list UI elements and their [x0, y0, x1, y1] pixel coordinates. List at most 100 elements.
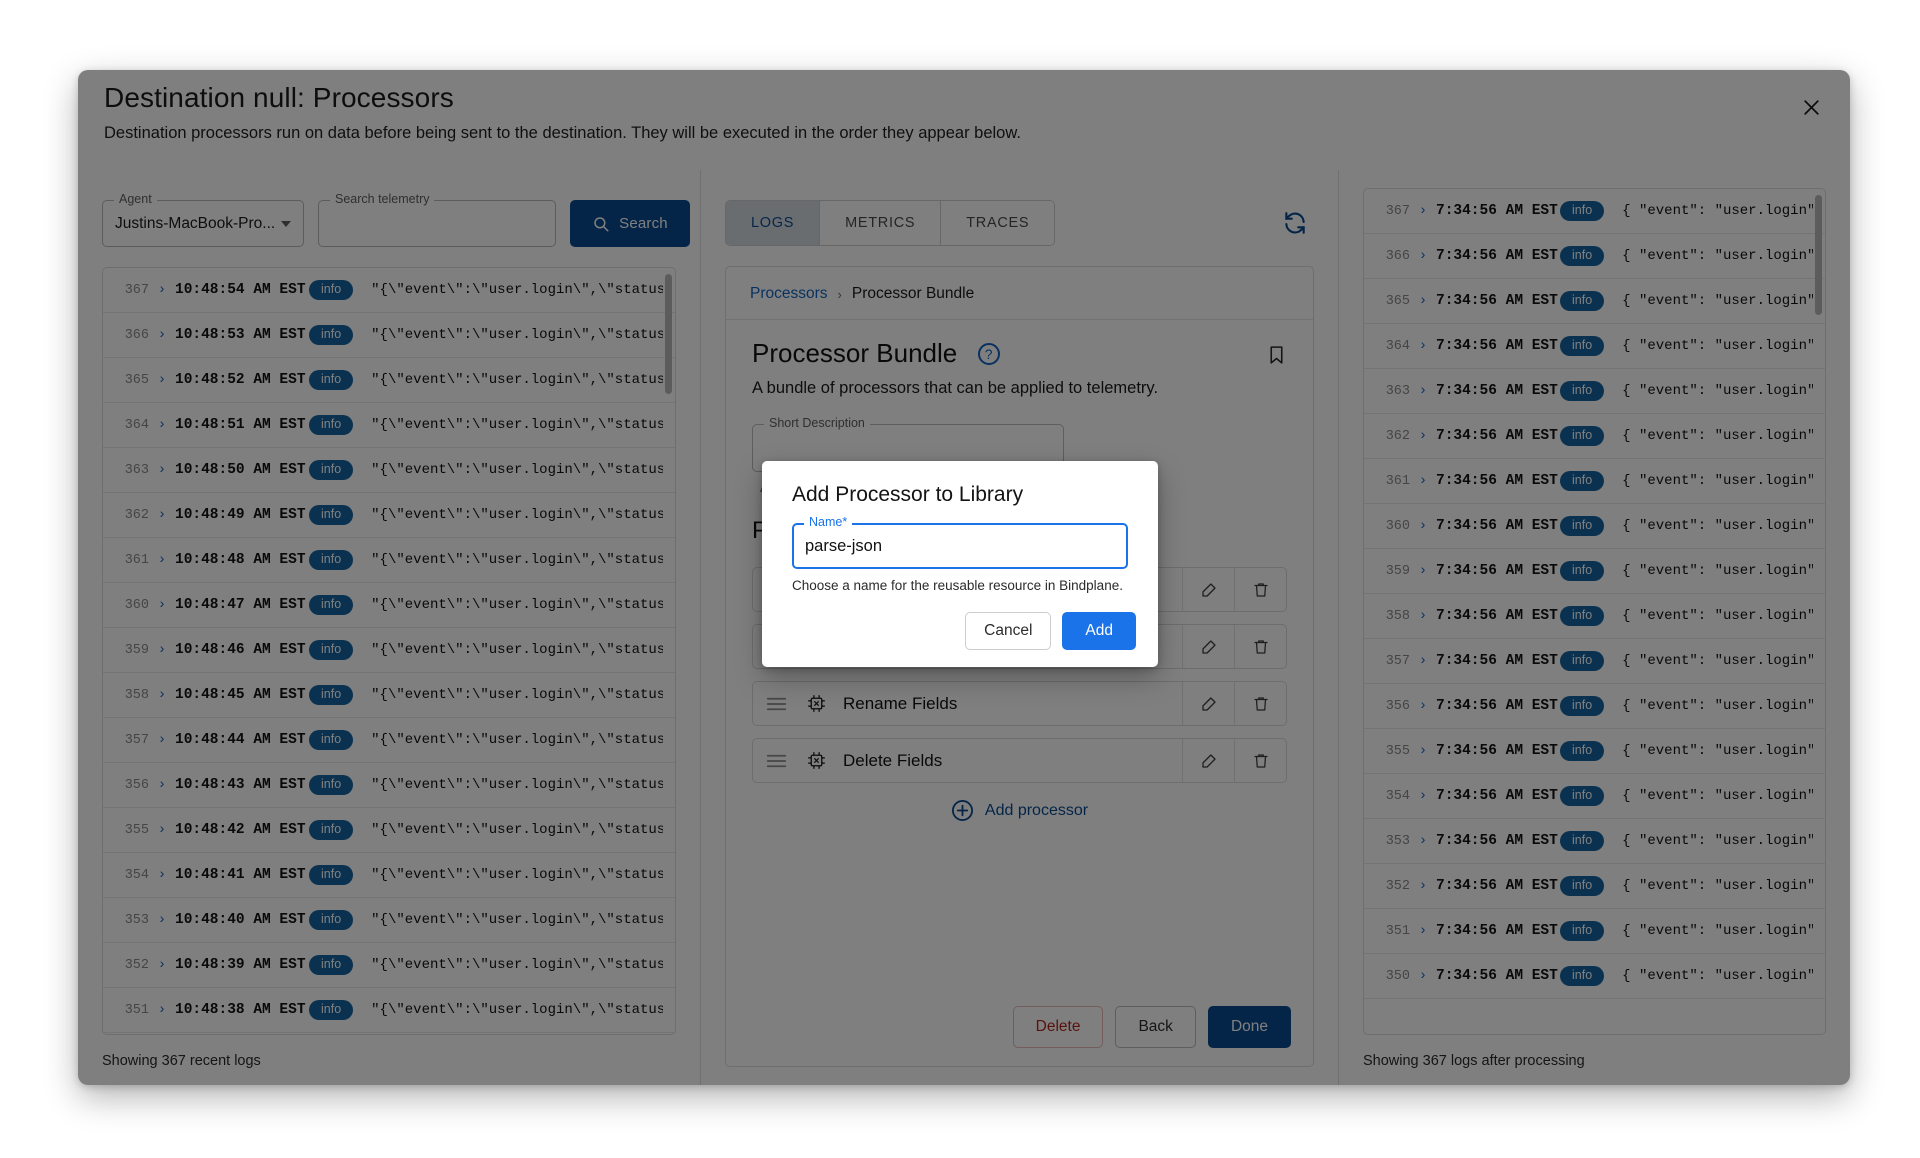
log-row[interactable]: 357›7:34:56 AM ESTinfo{ "event": "user.l…: [1364, 639, 1825, 684]
chevron-right-icon[interactable]: ›: [149, 867, 175, 883]
chevron-right-icon[interactable]: ›: [149, 372, 175, 388]
processor-row[interactable]: Delete Fields: [752, 738, 1287, 783]
log-row[interactable]: 358›7:34:56 AM ESTinfo{ "event": "user.l…: [1364, 594, 1825, 639]
chevron-right-icon[interactable]: ›: [1410, 383, 1436, 399]
log-row[interactable]: 359›10:48:46 AM ESTinfo"{\"event\":\"use…: [103, 628, 675, 673]
help-icon[interactable]: ?: [978, 343, 1000, 365]
chevron-right-icon[interactable]: ›: [149, 1002, 175, 1018]
chevron-right-icon[interactable]: ›: [1410, 698, 1436, 714]
log-row[interactable]: 367›10:48:54 AM ESTinfo"{\"event\":\"use…: [103, 268, 675, 313]
log-row[interactable]: 355›7:34:56 AM ESTinfo{ "event": "user.l…: [1364, 729, 1825, 774]
log-row[interactable]: 353›7:34:56 AM ESTinfo{ "event": "user.l…: [1364, 819, 1825, 864]
processor-row[interactable]: Rename Fields: [752, 681, 1287, 726]
chevron-right-icon[interactable]: ›: [1410, 473, 1436, 489]
trash-icon[interactable]: [1234, 739, 1286, 782]
edit-icon[interactable]: [1182, 625, 1234, 668]
log-row[interactable]: 350›7:34:56 AM ESTinfo{ "event": "user.l…: [1364, 954, 1825, 999]
log-row[interactable]: 360›10:48:47 AM ESTinfo"{\"event\":\"use…: [103, 583, 675, 628]
add-button[interactable]: Add: [1062, 612, 1136, 650]
chevron-right-icon[interactable]: ›: [149, 327, 175, 343]
log-row[interactable]: 353›10:48:40 AM ESTinfo"{\"event\":\"use…: [103, 898, 675, 943]
chevron-right-icon[interactable]: ›: [149, 597, 175, 613]
chevron-right-icon[interactable]: ›: [1410, 968, 1436, 984]
log-row[interactable]: 357›10:48:44 AM ESTinfo"{\"event\":\"use…: [103, 718, 675, 763]
log-row[interactable]: 365›10:48:52 AM ESTinfo"{\"event\":\"use…: [103, 358, 675, 403]
log-row[interactable]: 358›10:48:45 AM ESTinfo"{\"event\":\"use…: [103, 673, 675, 718]
chevron-right-icon[interactable]: ›: [149, 732, 175, 748]
chevron-right-icon[interactable]: ›: [149, 552, 175, 568]
search-telemetry-field[interactable]: Search telemetry: [318, 200, 556, 247]
logs-before-scroll[interactable]: 367›10:48:54 AM ESTinfo"{\"event\":\"use…: [103, 268, 675, 1034]
breadcrumb-processors-link[interactable]: Processors: [750, 285, 828, 303]
name-input[interactable]: [794, 525, 1126, 567]
name-field[interactable]: Name*: [792, 523, 1128, 569]
logs-before-scrollbar[interactable]: [665, 274, 672, 394]
log-row[interactable]: 363›10:48:50 AM ESTinfo"{\"event\":\"use…: [103, 448, 675, 493]
edit-icon[interactable]: [1182, 568, 1234, 611]
delete-button[interactable]: Delete: [1013, 1006, 1104, 1048]
chevron-right-icon[interactable]: ›: [149, 777, 175, 793]
tab-metrics[interactable]: METRICS: [820, 201, 941, 245]
log-row[interactable]: 352›7:34:56 AM ESTinfo{ "event": "user.l…: [1364, 864, 1825, 909]
chevron-right-icon[interactable]: ›: [1410, 248, 1436, 264]
chevron-right-icon[interactable]: ›: [1410, 878, 1436, 894]
log-row[interactable]: 362›7:34:56 AM ESTinfo{ "event": "user.l…: [1364, 414, 1825, 459]
trash-icon[interactable]: [1234, 625, 1286, 668]
log-row[interactable]: 351›7:34:56 AM ESTinfo{ "event": "user.l…: [1364, 909, 1825, 954]
drag-handle-icon[interactable]: [753, 753, 799, 769]
cancel-button[interactable]: Cancel: [965, 612, 1051, 650]
log-row[interactable]: 364›7:34:56 AM ESTinfo{ "event": "user.l…: [1364, 324, 1825, 369]
chevron-right-icon[interactable]: ›: [149, 462, 175, 478]
tab-traces[interactable]: TRACES: [941, 201, 1054, 245]
edit-icon[interactable]: [1182, 682, 1234, 725]
agent-select[interactable]: Agent Justins-MacBook-Pro...: [102, 200, 304, 247]
log-row[interactable]: 365›7:34:56 AM ESTinfo{ "event": "user.l…: [1364, 279, 1825, 324]
chevron-right-icon[interactable]: ›: [1410, 608, 1436, 624]
log-row[interactable]: 363›7:34:56 AM ESTinfo{ "event": "user.l…: [1364, 369, 1825, 414]
log-row[interactable]: 356›7:34:56 AM ESTinfo{ "event": "user.l…: [1364, 684, 1825, 729]
log-row[interactable]: 364›10:48:51 AM ESTinfo"{\"event\":\"use…: [103, 403, 675, 448]
log-row[interactable]: 356›10:48:43 AM ESTinfo"{\"event\":\"use…: [103, 763, 675, 808]
back-button[interactable]: Back: [1115, 1006, 1195, 1048]
chevron-right-icon[interactable]: ›: [149, 642, 175, 658]
chevron-right-icon[interactable]: ›: [149, 507, 175, 523]
chevron-right-icon[interactable]: ›: [149, 957, 175, 973]
chevron-right-icon[interactable]: ›: [149, 912, 175, 928]
close-icon[interactable]: [1794, 90, 1828, 124]
log-row[interactable]: 361›10:48:48 AM ESTinfo"{\"event\":\"use…: [103, 538, 675, 583]
drag-handle-icon[interactable]: [753, 696, 799, 712]
chevron-right-icon[interactable]: ›: [1410, 743, 1436, 759]
log-row[interactable]: 351›10:48:38 AM ESTinfo"{\"event\":\"use…: [103, 988, 675, 1033]
log-row[interactable]: 361›7:34:56 AM ESTinfo{ "event": "user.l…: [1364, 459, 1825, 504]
log-row[interactable]: 360›7:34:56 AM ESTinfo{ "event": "user.l…: [1364, 504, 1825, 549]
chevron-right-icon[interactable]: ›: [1410, 788, 1436, 804]
log-row[interactable]: 366›10:48:53 AM ESTinfo"{\"event\":\"use…: [103, 313, 675, 358]
log-row[interactable]: 362›10:48:49 AM ESTinfo"{\"event\":\"use…: [103, 493, 675, 538]
logs-after-scroll[interactable]: 367›7:34:56 AM ESTinfo{ "event": "user.l…: [1364, 189, 1825, 1034]
chevron-right-icon[interactable]: ›: [149, 417, 175, 433]
trash-icon[interactable]: [1234, 682, 1286, 725]
add-processor-button[interactable]: Add processor: [752, 799, 1287, 822]
search-button[interactable]: Search: [570, 200, 690, 247]
log-row[interactable]: 354›10:48:41 AM ESTinfo"{\"event\":\"use…: [103, 853, 675, 898]
log-row[interactable]: 352›10:48:39 AM ESTinfo"{\"event\":\"use…: [103, 943, 675, 988]
search-telemetry-input[interactable]: [319, 201, 555, 246]
chevron-right-icon[interactable]: ›: [1410, 563, 1436, 579]
chevron-right-icon[interactable]: ›: [1410, 338, 1436, 354]
logs-after-scrollbar[interactable]: [1815, 195, 1822, 315]
log-row[interactable]: 355›10:48:42 AM ESTinfo"{\"event\":\"use…: [103, 808, 675, 853]
done-button[interactable]: Done: [1208, 1006, 1291, 1048]
log-row[interactable]: 366›7:34:56 AM ESTinfo{ "event": "user.l…: [1364, 234, 1825, 279]
chevron-right-icon[interactable]: ›: [1410, 203, 1436, 219]
chevron-right-icon[interactable]: ›: [1410, 833, 1436, 849]
tab-logs[interactable]: LOGS: [726, 201, 820, 245]
bookmark-icon[interactable]: [1266, 342, 1287, 373]
chevron-right-icon[interactable]: ›: [1410, 293, 1436, 309]
chevron-right-icon[interactable]: ›: [1410, 518, 1436, 534]
log-row[interactable]: 367›7:34:56 AM ESTinfo{ "event": "user.l…: [1364, 189, 1825, 234]
chevron-right-icon[interactable]: ›: [1410, 428, 1436, 444]
log-row[interactable]: 354›7:34:56 AM ESTinfo{ "event": "user.l…: [1364, 774, 1825, 819]
log-row[interactable]: 350›10:48:37 AM ESTinfo"{\"event\":\"use…: [103, 1033, 675, 1034]
trash-icon[interactable]: [1234, 568, 1286, 611]
chevron-right-icon[interactable]: ›: [1410, 653, 1436, 669]
